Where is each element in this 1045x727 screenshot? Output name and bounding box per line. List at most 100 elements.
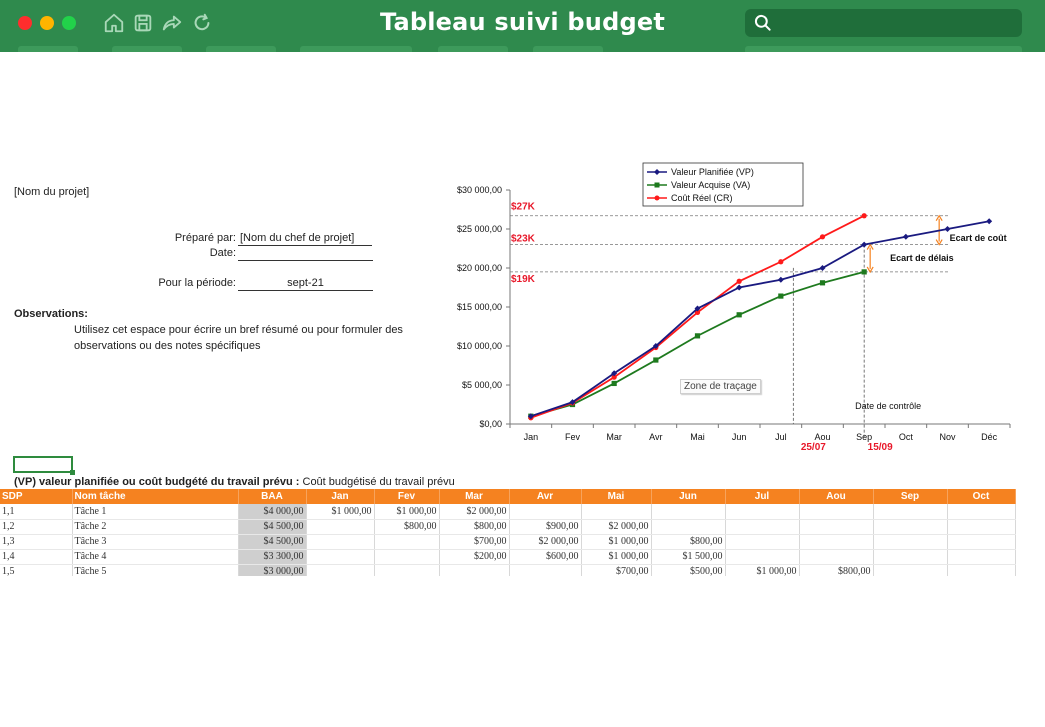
table-cell[interactable]: $4 500,00 bbox=[238, 534, 307, 550]
table-cell[interactable]: $2 000,00 bbox=[509, 534, 582, 550]
table-cell[interactable] bbox=[374, 534, 440, 550]
table-cell[interactable] bbox=[799, 534, 874, 550]
table-cell[interactable]: $900,00 bbox=[509, 519, 582, 535]
column-header[interactable]: Nom tâche bbox=[72, 489, 239, 504]
table-cell[interactable] bbox=[725, 504, 800, 520]
table-cell[interactable] bbox=[947, 564, 1016, 576]
table-cell[interactable]: $1 500,00 bbox=[651, 549, 726, 565]
fill-handle[interactable] bbox=[70, 470, 75, 475]
table-cell[interactable] bbox=[873, 534, 948, 550]
schedule-variance-label: Ecart de délais bbox=[890, 253, 954, 263]
period-field[interactable]: sept-21 bbox=[238, 277, 373, 291]
table-cell[interactable]: $500,00 bbox=[651, 564, 726, 576]
table-cell[interactable]: Tâche 1 bbox=[72, 504, 239, 520]
column-header[interactable]: BAA bbox=[238, 489, 307, 504]
table-cell[interactable]: $700,00 bbox=[439, 534, 510, 550]
selected-cell[interactable] bbox=[13, 456, 73, 473]
column-header[interactable]: Mar bbox=[439, 489, 510, 504]
table-cell[interactable]: $2 000,00 bbox=[439, 504, 510, 520]
budget-chart[interactable]: $0,00 $5 000,00 $10 000,00 $15 000,00 $20 00… bbox=[440, 160, 1040, 460]
column-header[interactable]: Jan bbox=[306, 489, 375, 504]
table-cell[interactable]: Tâche 2 bbox=[72, 519, 239, 535]
table-cell[interactable] bbox=[651, 504, 726, 520]
table-cell[interactable] bbox=[873, 504, 948, 520]
ghost-tab bbox=[745, 46, 1022, 52]
table-cell[interactable]: 1,2 bbox=[0, 519, 73, 535]
table-cell[interactable] bbox=[873, 519, 948, 535]
table-cell[interactable]: $800,00 bbox=[439, 519, 510, 535]
va-series-point bbox=[611, 380, 617, 387]
table-cell[interactable] bbox=[306, 564, 375, 576]
table-cell[interactable]: 1,4 bbox=[0, 549, 73, 565]
cr-series-point bbox=[861, 213, 867, 219]
column-header[interactable]: SDP bbox=[0, 489, 73, 504]
table-cell[interactable]: $800,00 bbox=[799, 564, 874, 576]
table-cell[interactable]: $800,00 bbox=[651, 534, 726, 550]
search-icon bbox=[754, 14, 771, 31]
column-header[interactable]: Jul bbox=[725, 489, 800, 504]
date-field[interactable] bbox=[238, 247, 373, 261]
x-tick-label: Jan bbox=[524, 432, 539, 442]
table-cell[interactable]: $3 300,00 bbox=[238, 549, 307, 565]
table-cell[interactable] bbox=[799, 519, 874, 535]
table-cell[interactable]: $700,00 bbox=[581, 564, 652, 576]
table-cell[interactable]: $600,00 bbox=[509, 549, 582, 565]
table-cell[interactable] bbox=[374, 549, 440, 565]
va-series-point bbox=[736, 312, 742, 318]
prepared-by-field[interactable]: [Nom du chef de projet] bbox=[238, 232, 372, 246]
table-cell[interactable] bbox=[799, 504, 874, 520]
va-series-point bbox=[778, 293, 784, 299]
table-cell[interactable] bbox=[947, 534, 1016, 550]
table-cell[interactable]: $1 000,00 bbox=[581, 549, 652, 565]
table-cell[interactable] bbox=[306, 534, 375, 550]
column-header[interactable]: Avr bbox=[509, 489, 582, 504]
table-cell[interactable] bbox=[581, 504, 652, 520]
column-header[interactable]: Jun bbox=[651, 489, 726, 504]
table-cell[interactable]: $4 000,00 bbox=[238, 504, 307, 520]
table-cell[interactable] bbox=[374, 564, 440, 576]
table-cell[interactable]: 1,1 bbox=[0, 504, 73, 520]
table-cell[interactable] bbox=[725, 519, 800, 535]
table-cell[interactable]: $1 000,00 bbox=[306, 504, 375, 520]
table-cell[interactable]: 1,3 bbox=[0, 534, 73, 550]
table-cell[interactable]: $4 500,00 bbox=[238, 519, 307, 535]
table-cell[interactable] bbox=[947, 519, 1016, 535]
table-cell[interactable]: $2 000,00 bbox=[581, 519, 652, 535]
table-cell[interactable] bbox=[306, 549, 375, 565]
table-cell[interactable] bbox=[873, 564, 948, 576]
cost-variance-label: Ecart de coût bbox=[950, 233, 1007, 243]
column-header[interactable]: Mai bbox=[581, 489, 652, 504]
table-cell[interactable] bbox=[509, 564, 582, 576]
table-cell[interactable]: $200,00 bbox=[439, 549, 510, 565]
table-cell[interactable] bbox=[306, 519, 375, 535]
x-tick-label: Déc bbox=[981, 432, 998, 442]
table-cell[interactable]: $1 000,00 bbox=[374, 504, 440, 520]
column-header[interactable]: Aou bbox=[799, 489, 874, 504]
table-cell[interactable] bbox=[799, 549, 874, 565]
table-cell[interactable]: $1 000,00 bbox=[581, 534, 652, 550]
column-header[interactable]: Oct bbox=[947, 489, 1016, 504]
table-cell[interactable]: $3 000,00 bbox=[238, 564, 307, 576]
observations-text[interactable]: Utilisez cet espace pour écrire un bref … bbox=[74, 322, 424, 354]
vp-series-point bbox=[944, 226, 951, 232]
table-cell[interactable]: Tâche 5 bbox=[72, 564, 239, 576]
table-cell[interactable] bbox=[725, 549, 800, 565]
table-cell[interactable] bbox=[947, 504, 1016, 520]
table-cell[interactable] bbox=[651, 519, 726, 535]
table-cell[interactable] bbox=[439, 564, 510, 576]
table-cell[interactable] bbox=[873, 549, 948, 565]
table-cell[interactable] bbox=[947, 549, 1016, 565]
table-cell[interactable]: $1 000,00 bbox=[725, 564, 800, 576]
table-cell[interactable]: $800,00 bbox=[374, 519, 440, 535]
table-cell[interactable]: Tâche 3 bbox=[72, 534, 239, 550]
search-input[interactable] bbox=[745, 9, 1022, 37]
table-cell[interactable] bbox=[509, 504, 582, 520]
table-cell[interactable]: 1,5 bbox=[0, 564, 73, 576]
column-header[interactable]: Fev bbox=[374, 489, 440, 504]
table-cell[interactable]: Tâche 4 bbox=[72, 549, 239, 565]
table-cell[interactable] bbox=[725, 534, 800, 550]
project-name[interactable]: [Nom du projet] bbox=[14, 186, 89, 198]
column-header[interactable]: Sep bbox=[873, 489, 948, 504]
annotation-2507: 25/07 bbox=[801, 442, 826, 453]
ghost-tab bbox=[18, 46, 78, 52]
